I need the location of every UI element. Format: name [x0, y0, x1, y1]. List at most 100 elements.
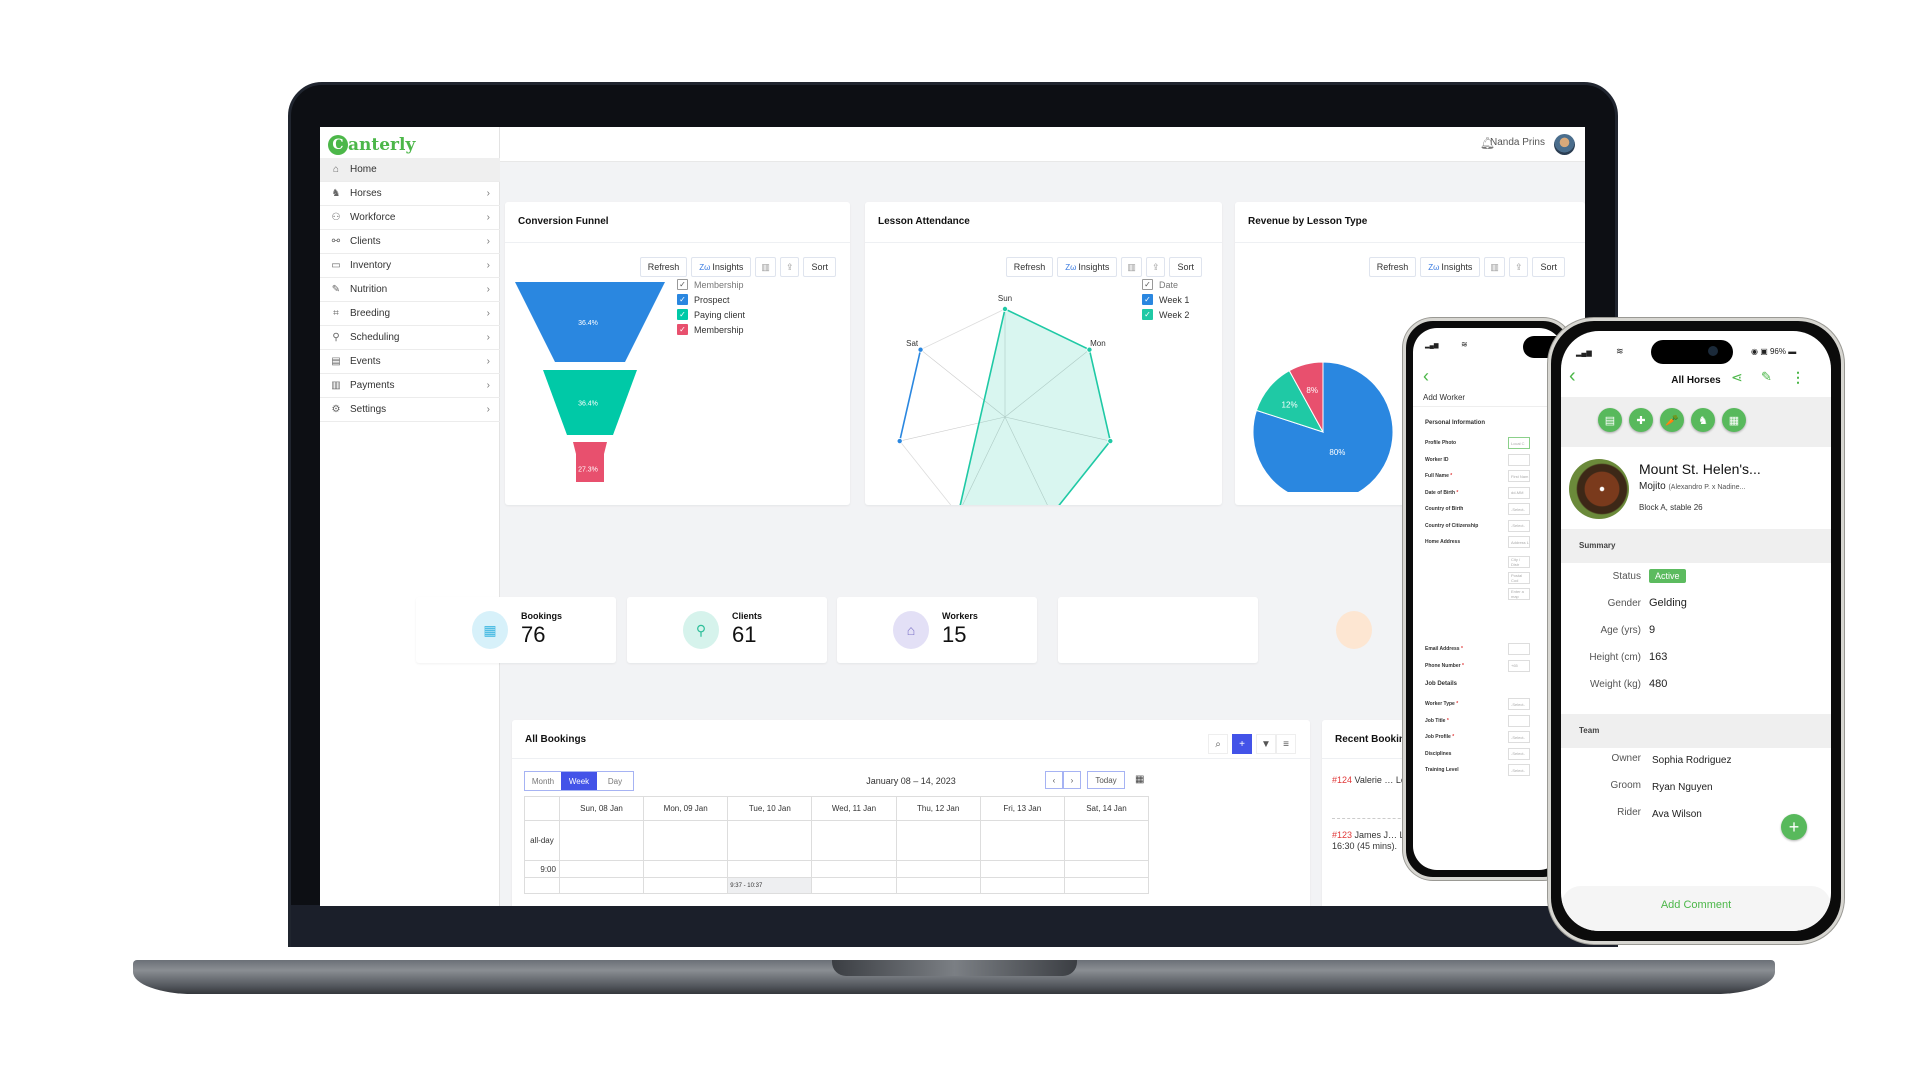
sidebar-item-clients[interactable]: ⚯ Clients ›: [320, 230, 500, 254]
sort-button[interactable]: Sort: [1532, 257, 1565, 277]
add-comment-button[interactable]: Add Comment: [1561, 899, 1831, 911]
refresh-button[interactable]: Refresh: [639, 257, 688, 277]
day-header[interactable]: Wed, 11 Jan: [812, 797, 897, 821]
booking-event[interactable]: 9:37 - 10:37: [730, 883, 762, 889]
address-input[interactable]: Enter a map: [1508, 587, 1530, 600]
sidebar-item-nutrition[interactable]: ✎ Nutrition ›: [320, 278, 500, 302]
sidebar-item-settings[interactable]: ⚙ Settings ›: [320, 398, 500, 422]
radar-point[interactable]: [1001, 305, 1008, 312]
team-member[interactable]: Ava Wilson: [1652, 809, 1702, 820]
address-input[interactable]: City / Distr: [1508, 555, 1530, 568]
chart-type-button[interactable]: ▥: [755, 257, 776, 277]
share-icon[interactable]: ⋖: [1731, 369, 1743, 386]
radar-series-week-1[interactable]: [898, 349, 922, 442]
sidebar-item-workforce[interactable]: ⚇ Workforce ›: [320, 206, 500, 230]
field-input[interactable]: Local C: [1508, 437, 1530, 449]
report-button[interactable]: ▦: [1722, 408, 1746, 432]
insights-button[interactable]: Zω Insights: [1057, 257, 1118, 277]
back-button[interactable]: ‹: [1423, 366, 1429, 387]
legend-item[interactable]: ✓ Membership: [677, 322, 745, 337]
time-slot[interactable]: [980, 861, 1065, 878]
horse-photo[interactable]: [1569, 459, 1629, 519]
day-header[interactable]: Mon, 09 Jan: [644, 797, 729, 821]
jumping-horse-button[interactable]: ♞: [1691, 408, 1715, 432]
refresh-button[interactable]: Refresh: [1005, 257, 1054, 277]
all-day-slot[interactable]: [644, 821, 729, 861]
day-header[interactable]: Thu, 12 Jan: [896, 797, 981, 821]
search-button[interactable]: ⌕: [1208, 734, 1228, 754]
stat-card-bookings[interactable]: ▦ Bookings 76: [416, 597, 616, 663]
time-slot[interactable]: [559, 861, 645, 878]
sidebar-item-payments[interactable]: ▥ Payments ›: [320, 374, 500, 398]
sort-button[interactable]: Sort: [803, 257, 836, 277]
time-slot[interactable]: [559, 878, 645, 894]
field-input[interactable]: [1508, 643, 1530, 655]
list-view-button[interactable]: ≡: [1276, 734, 1296, 754]
field-input[interactable]: [1508, 714, 1530, 727]
field-input[interactable]: dd-MM: [1508, 486, 1530, 499]
next-week-button[interactable]: ›: [1063, 771, 1081, 789]
field-input[interactable]: First Nam: [1508, 470, 1530, 482]
team-member[interactable]: Ryan Nguyen: [1652, 782, 1713, 793]
field-input[interactable]: -Select-: [1508, 519, 1530, 532]
team-member[interactable]: Sophia Rodriguez: [1652, 755, 1732, 766]
refresh-button[interactable]: Refresh: [1368, 257, 1417, 277]
chart-type-button[interactable]: ▥: [1484, 257, 1505, 277]
field-input[interactable]: Address L: [1508, 536, 1530, 548]
time-slot[interactable]: [812, 861, 897, 878]
export-button[interactable]: ⇪: [1145, 257, 1166, 277]
field-input[interactable]: -Select-: [1508, 747, 1530, 760]
time-slot[interactable]: [1064, 878, 1150, 894]
time-slot[interactable]: [896, 878, 981, 894]
insights-button[interactable]: Zω Insights: [691, 257, 752, 277]
document-button[interactable]: ▤: [1598, 408, 1622, 432]
prev-week-button[interactable]: ‹: [1045, 771, 1063, 789]
day-header[interactable]: Fri, 13 Jan: [980, 797, 1065, 821]
today-button[interactable]: Today: [1087, 771, 1125, 789]
field-input[interactable]: -Select-: [1508, 503, 1530, 515]
sidebar-item-breeding[interactable]: ⌗ Breeding ›: [320, 302, 500, 326]
calendar-picker-icon[interactable]: ▦: [1135, 774, 1144, 785]
all-day-slot[interactable]: [896, 821, 981, 861]
legend-header[interactable]: ✓ Membership: [677, 277, 745, 292]
time-slot[interactable]: [644, 878, 729, 894]
time-slot[interactable]: [1064, 861, 1150, 878]
all-day-slot[interactable]: [980, 821, 1065, 861]
address-input[interactable]: Postal Cod: [1508, 571, 1530, 584]
day-header[interactable]: Sun, 08 Jan: [559, 797, 645, 821]
day-header[interactable]: Tue, 10 Jan: [728, 797, 813, 821]
time-slot[interactable]: [644, 861, 729, 878]
legend-item[interactable]: ✓ Paying client: [677, 307, 745, 322]
sidebar-item-horses[interactable]: ♞ Horses ›: [320, 182, 500, 206]
sidebar-item-home[interactable]: ⌂ Home: [320, 158, 500, 182]
all-day-slot[interactable]: [728, 821, 813, 861]
legend-item[interactable]: ✓ Week 2: [1142, 307, 1189, 322]
carrot-button[interactable]: 🥕: [1660, 408, 1684, 432]
sort-button[interactable]: Sort: [1169, 257, 1202, 277]
time-slot[interactable]: [812, 878, 897, 894]
sidebar-item-scheduling[interactable]: ⚲ Scheduling ›: [320, 326, 500, 350]
stat-card-workers[interactable]: ⌂ Workers 15: [837, 597, 1037, 663]
time-slot[interactable]: [980, 878, 1065, 894]
time-slot[interactable]: [728, 861, 813, 878]
export-button[interactable]: ⇪: [1508, 257, 1529, 277]
medical-cross-button[interactable]: ✚: [1629, 408, 1653, 432]
legend-header[interactable]: ✓ Date: [1142, 277, 1189, 292]
legend-item[interactable]: ✓ Week 1: [1142, 292, 1189, 307]
export-button[interactable]: ⇪: [779, 257, 800, 277]
more-options-icon[interactable]: ⋮: [1791, 369, 1805, 386]
chart-type-button[interactable]: ▥: [1121, 257, 1142, 277]
legend-item[interactable]: ✓ Prospect: [677, 292, 745, 307]
radar-series-week-2[interactable]: [958, 307, 1112, 505]
add-fab-button[interactable]: +: [1781, 814, 1807, 840]
field-input[interactable]: +65: [1508, 659, 1530, 672]
funnel-segment-membership[interactable]: [573, 442, 607, 482]
all-day-slot[interactable]: [812, 821, 897, 861]
stat-card-clients[interactable]: ⚲ Clients 61: [627, 597, 827, 663]
field-input[interactable]: -Select-: [1508, 764, 1530, 776]
field-input[interactable]: [1508, 453, 1530, 466]
user-name[interactable]: Nanda Prins: [1490, 137, 1545, 148]
time-slot[interactable]: [896, 861, 981, 878]
all-day-slot[interactable]: [559, 821, 645, 861]
user-avatar[interactable]: [1554, 134, 1575, 155]
